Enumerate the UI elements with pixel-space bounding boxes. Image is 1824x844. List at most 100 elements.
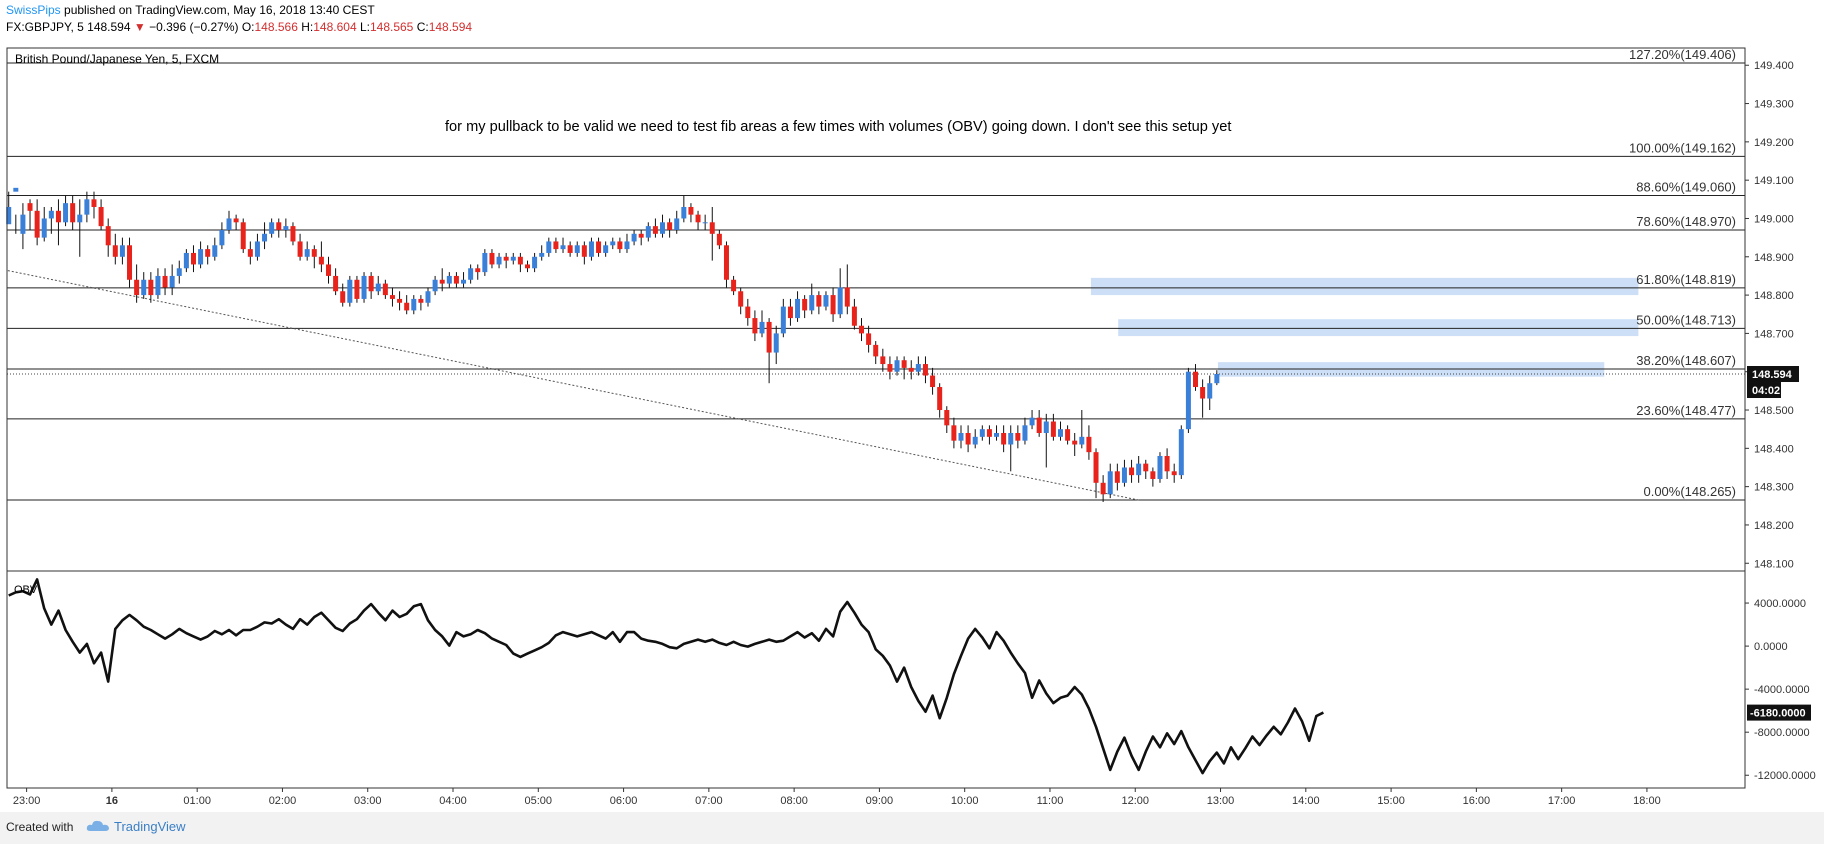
candle-body — [155, 275, 161, 296]
obv-label: OBV — [14, 584, 38, 596]
candle-body — [333, 275, 339, 292]
candle-body — [63, 203, 69, 223]
candle-body — [446, 275, 452, 284]
candle-body — [809, 295, 815, 311]
candle-body — [574, 245, 580, 253]
candle-body — [1107, 471, 1113, 495]
price-chart[interactable]: 127.20%(149.406) 100.00%(149.162) 88.60%(1… — [0, 40, 1824, 824]
header: SwissPips published on TradingView.com, … — [6, 2, 472, 36]
candle-body — [212, 245, 218, 257]
candle-body — [851, 306, 857, 326]
candle-body — [482, 252, 488, 273]
candle-body — [162, 275, 168, 288]
candle-body — [13, 187, 19, 192]
time-tick-label: 15:00 — [1377, 795, 1405, 807]
fib-label: 38.20%(148.607) — [1636, 353, 1736, 368]
candle-body — [1178, 429, 1184, 476]
candle-body — [20, 214, 26, 234]
candle-body — [1164, 455, 1170, 472]
candle-body — [461, 279, 467, 284]
candle-body — [1072, 440, 1078, 445]
candle-body — [119, 245, 125, 257]
candle-body — [603, 245, 609, 253]
candle-body — [375, 283, 381, 292]
candle-body — [1065, 429, 1071, 441]
candle-body — [660, 222, 666, 234]
candle-body — [1008, 433, 1014, 445]
candle-body — [532, 256, 538, 269]
candle-body — [972, 436, 978, 445]
candle-body — [354, 279, 360, 299]
plot-border — [6, 47, 1746, 789]
candle-body — [489, 252, 495, 265]
candle-body — [581, 245, 587, 257]
candle-body — [276, 222, 282, 230]
price-tick-label: 148.100 — [1754, 558, 1794, 570]
candle-body — [205, 249, 211, 257]
chart-frame — [6, 47, 1746, 789]
candle-body — [645, 226, 651, 238]
time-tick-label: 17:00 — [1548, 795, 1576, 807]
time-tick-label: 04:00 — [439, 795, 467, 807]
candle-body — [859, 325, 865, 334]
time-tick-label: 02:00 — [269, 795, 297, 807]
fib-label: 61.80%(148.819) — [1636, 272, 1736, 287]
price-change: −0.396 (−0.27%) — [145, 20, 242, 34]
candle-body — [318, 256, 324, 265]
author-link[interactable]: SwissPips — [6, 3, 61, 17]
candle-body — [780, 306, 786, 334]
candle-body — [1086, 436, 1092, 453]
candle-body — [617, 241, 623, 250]
candle-body — [297, 241, 303, 257]
down-arrow-icon: ▼ — [133, 20, 146, 34]
candle-body — [1214, 374, 1220, 384]
candle-body — [233, 218, 239, 223]
obv-value-tag: -6180.0000 — [1750, 708, 1806, 720]
candle-body — [41, 218, 47, 238]
candle-body — [1029, 417, 1035, 426]
candle-body — [340, 291, 346, 303]
price-tick-label: 148.700 — [1754, 328, 1794, 340]
price-tag: 148.594 — [1752, 369, 1793, 381]
time-tick-label: 01:00 — [183, 795, 211, 807]
candle-body — [510, 256, 516, 261]
candle-body — [48, 210, 54, 219]
candle-body — [404, 302, 410, 311]
candle-body — [866, 333, 872, 345]
candle-body — [837, 287, 843, 315]
candle-body — [965, 433, 971, 445]
candle-body — [1036, 417, 1042, 434]
candle-body — [702, 222, 708, 224]
price-tick-label: 148.300 — [1754, 482, 1794, 494]
candle-body — [240, 222, 246, 250]
time-tick-label: 14:00 — [1292, 795, 1320, 807]
candle-body — [1143, 463, 1149, 472]
trendline-segment — [7, 270, 1139, 501]
candle-body — [937, 387, 943, 411]
candle-body — [98, 206, 104, 227]
time-tick-label: 06:00 — [610, 795, 638, 807]
tradingview-link[interactable]: TradingView — [86, 819, 186, 834]
candle-body — [1079, 436, 1085, 445]
obv-tick-label: -4000.0000 — [1754, 684, 1810, 696]
candle-body — [269, 222, 275, 234]
candle-body — [716, 233, 722, 246]
candle-body — [830, 295, 836, 315]
candle-body — [1015, 433, 1021, 441]
candle-body — [546, 241, 552, 253]
price-tick-label: 148.400 — [1754, 443, 1794, 455]
candle-body — [539, 252, 545, 257]
trendline[interactable] — [7, 270, 1139, 501]
candle-body — [503, 256, 509, 261]
candle-body — [1157, 455, 1163, 479]
candle-body — [183, 252, 189, 269]
candle-body — [84, 199, 90, 215]
annotation-text[interactable]: for my pullback to be valid we need to t… — [445, 119, 1231, 135]
candle-body — [1093, 452, 1099, 483]
candle-body — [560, 245, 566, 250]
last-price: 148.594 — [83, 20, 134, 34]
candle-body — [731, 279, 737, 292]
candle-body — [674, 218, 680, 230]
candle-body — [190, 252, 196, 265]
candle-body — [922, 364, 928, 376]
